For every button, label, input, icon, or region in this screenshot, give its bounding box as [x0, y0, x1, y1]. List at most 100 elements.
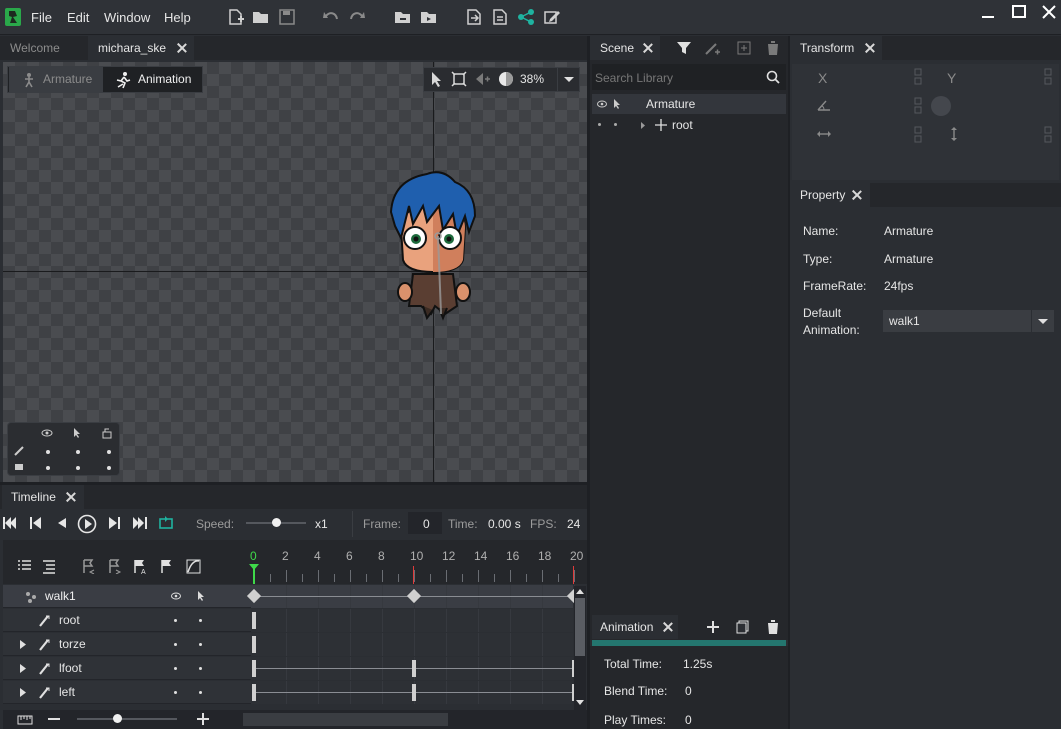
first-frame-icon[interactable]: [2, 515, 18, 531]
character-sprite[interactable]: [383, 166, 483, 324]
scale-x-input[interactable]: [836, 125, 924, 145]
keyframe[interactable]: [412, 684, 416, 701]
expand-arrow-icon[interactable]: [19, 663, 27, 674]
splitter[interactable]: [0, 482, 587, 485]
keyframe[interactable]: [252, 660, 256, 677]
menu-help[interactable]: Help: [164, 10, 191, 25]
select-dot[interactable]: [614, 123, 617, 126]
flag-icon[interactable]: [159, 558, 175, 574]
framerate-value[interactable]: 24fps: [884, 279, 913, 293]
save-icon[interactable]: [278, 8, 296, 26]
scale-y-spinner-icon[interactable]: [1044, 126, 1052, 144]
onion-skin-icon[interactable]: [497, 70, 515, 88]
select-dot[interactable]: [199, 691, 202, 694]
close-icon[interactable]: [852, 190, 862, 200]
x-input[interactable]: [836, 66, 924, 86]
y-spinner-icon[interactable]: [1044, 68, 1052, 86]
zoom-in-icon[interactable]: [196, 712, 210, 726]
visibility-dot[interactable]: [598, 123, 601, 126]
keyframe-lane[interactable]: [251, 609, 573, 632]
new-file-icon[interactable]: [227, 8, 245, 26]
play-times-value[interactable]: 0: [685, 713, 692, 727]
close-icon[interactable]: [663, 622, 673, 632]
y-input[interactable]: [965, 66, 1053, 86]
select-dot[interactable]: [199, 619, 202, 622]
zoom-dropdown[interactable]: [557, 67, 580, 92]
blend-time-value[interactable]: 0: [685, 684, 692, 698]
x-spinner-icon[interactable]: [914, 68, 922, 86]
scale-y-input[interactable]: [965, 125, 1053, 145]
splitter[interactable]: [788, 36, 790, 729]
last-frame-icon[interactable]: [131, 515, 147, 531]
export-file-icon[interactable]: [491, 8, 509, 26]
scale-x-spinner-icon[interactable]: [914, 126, 922, 144]
keyframe-lane[interactable]: [251, 633, 573, 656]
add-animation-icon[interactable]: [706, 620, 720, 634]
maximize-icon[interactable]: [1008, 4, 1030, 22]
close-icon[interactable]: [66, 492, 76, 502]
next-flag-icon[interactable]: [106, 558, 122, 574]
menu-edit[interactable]: Edit: [67, 10, 89, 25]
prev-key-icon[interactable]: [28, 515, 44, 531]
minimize-icon[interactable]: [977, 4, 999, 22]
close-icon[interactable]: [865, 43, 875, 53]
add-bone-icon[interactable]: [704, 40, 720, 56]
ruler-icon[interactable]: [17, 712, 33, 726]
tab-timeline[interactable]: Timeline: [2, 485, 84, 509]
frame-input[interactable]: 0: [408, 512, 442, 534]
timeline-zoom-slider[interactable]: [77, 714, 177, 723]
rotation-input[interactable]: [836, 96, 924, 116]
tab-welcome[interactable]: Welcome: [0, 36, 86, 60]
visibility-dot[interactable]: [174, 691, 177, 694]
delete-animation-icon[interactable]: [766, 619, 780, 635]
tab-michara-ske[interactable]: michara_ske: [88, 36, 194, 60]
tab-transform[interactable]: Transform: [790, 36, 882, 60]
stage-viewport[interactable]: Armature Animation 38%: [3, 62, 587, 482]
redo-icon[interactable]: [348, 8, 366, 26]
track-row[interactable]: left: [3, 681, 576, 704]
expand-arrow-icon[interactable]: [640, 121, 646, 130]
play-icon[interactable]: [77, 514, 97, 534]
fps-value[interactable]: 24: [567, 517, 580, 531]
toggle-dot[interactable]: [76, 466, 80, 470]
indent-list-icon[interactable]: [41, 558, 57, 574]
publish-icon[interactable]: [465, 8, 483, 26]
visibility-dot[interactable]: [174, 643, 177, 646]
export-folder-icon[interactable]: [420, 8, 438, 26]
open-folder-icon[interactable]: [252, 8, 270, 26]
cursor-icon[interactable]: [197, 590, 205, 602]
fit-view-icon[interactable]: [450, 70, 468, 88]
prev-frame-icon[interactable]: [54, 515, 70, 531]
toggle-dot[interactable]: [107, 450, 111, 454]
keyframe[interactable]: [252, 612, 256, 629]
keyframe[interactable]: [252, 684, 256, 701]
tab-property[interactable]: Property: [790, 183, 870, 207]
rotation-spinner-icon[interactable]: [914, 97, 922, 115]
toggle-dot[interactable]: [107, 466, 111, 470]
zoom-out-icon[interactable]: [47, 713, 61, 725]
speed-slider-handle[interactable]: [272, 518, 281, 527]
list-icon[interactable]: [16, 558, 32, 574]
menu-window[interactable]: Window: [104, 10, 150, 25]
tab-scene[interactable]: Scene: [590, 36, 660, 60]
speed-slider[interactable]: [246, 518, 306, 527]
name-value[interactable]: Armature: [884, 224, 933, 238]
track-row[interactable]: lfoot: [3, 657, 576, 680]
track-row[interactable]: torze: [3, 633, 575, 656]
filter-icon[interactable]: [676, 40, 692, 56]
bone-view-icon[interactable]: [473, 70, 491, 88]
select-dot[interactable]: [199, 667, 202, 670]
armature-mode-button[interactable]: Armature: [9, 67, 103, 92]
loop-icon[interactable]: [158, 515, 174, 531]
default-animation-select[interactable]: walk1: [883, 310, 1054, 332]
select-pointer-icon[interactable]: [427, 70, 445, 88]
visibility-dot[interactable]: [174, 667, 177, 670]
copy-animation-icon[interactable]: [736, 620, 750, 634]
playhead-handle-icon[interactable]: [248, 563, 260, 571]
window-close-icon[interactable]: [1038, 4, 1060, 22]
timeline-zoom-handle[interactable]: [113, 714, 122, 723]
flag-event-icon[interactable]: A: [132, 558, 148, 574]
rotation-dial[interactable]: [931, 96, 951, 116]
tab-animation[interactable]: Animation: [592, 615, 678, 639]
undo-icon[interactable]: [322, 8, 340, 26]
